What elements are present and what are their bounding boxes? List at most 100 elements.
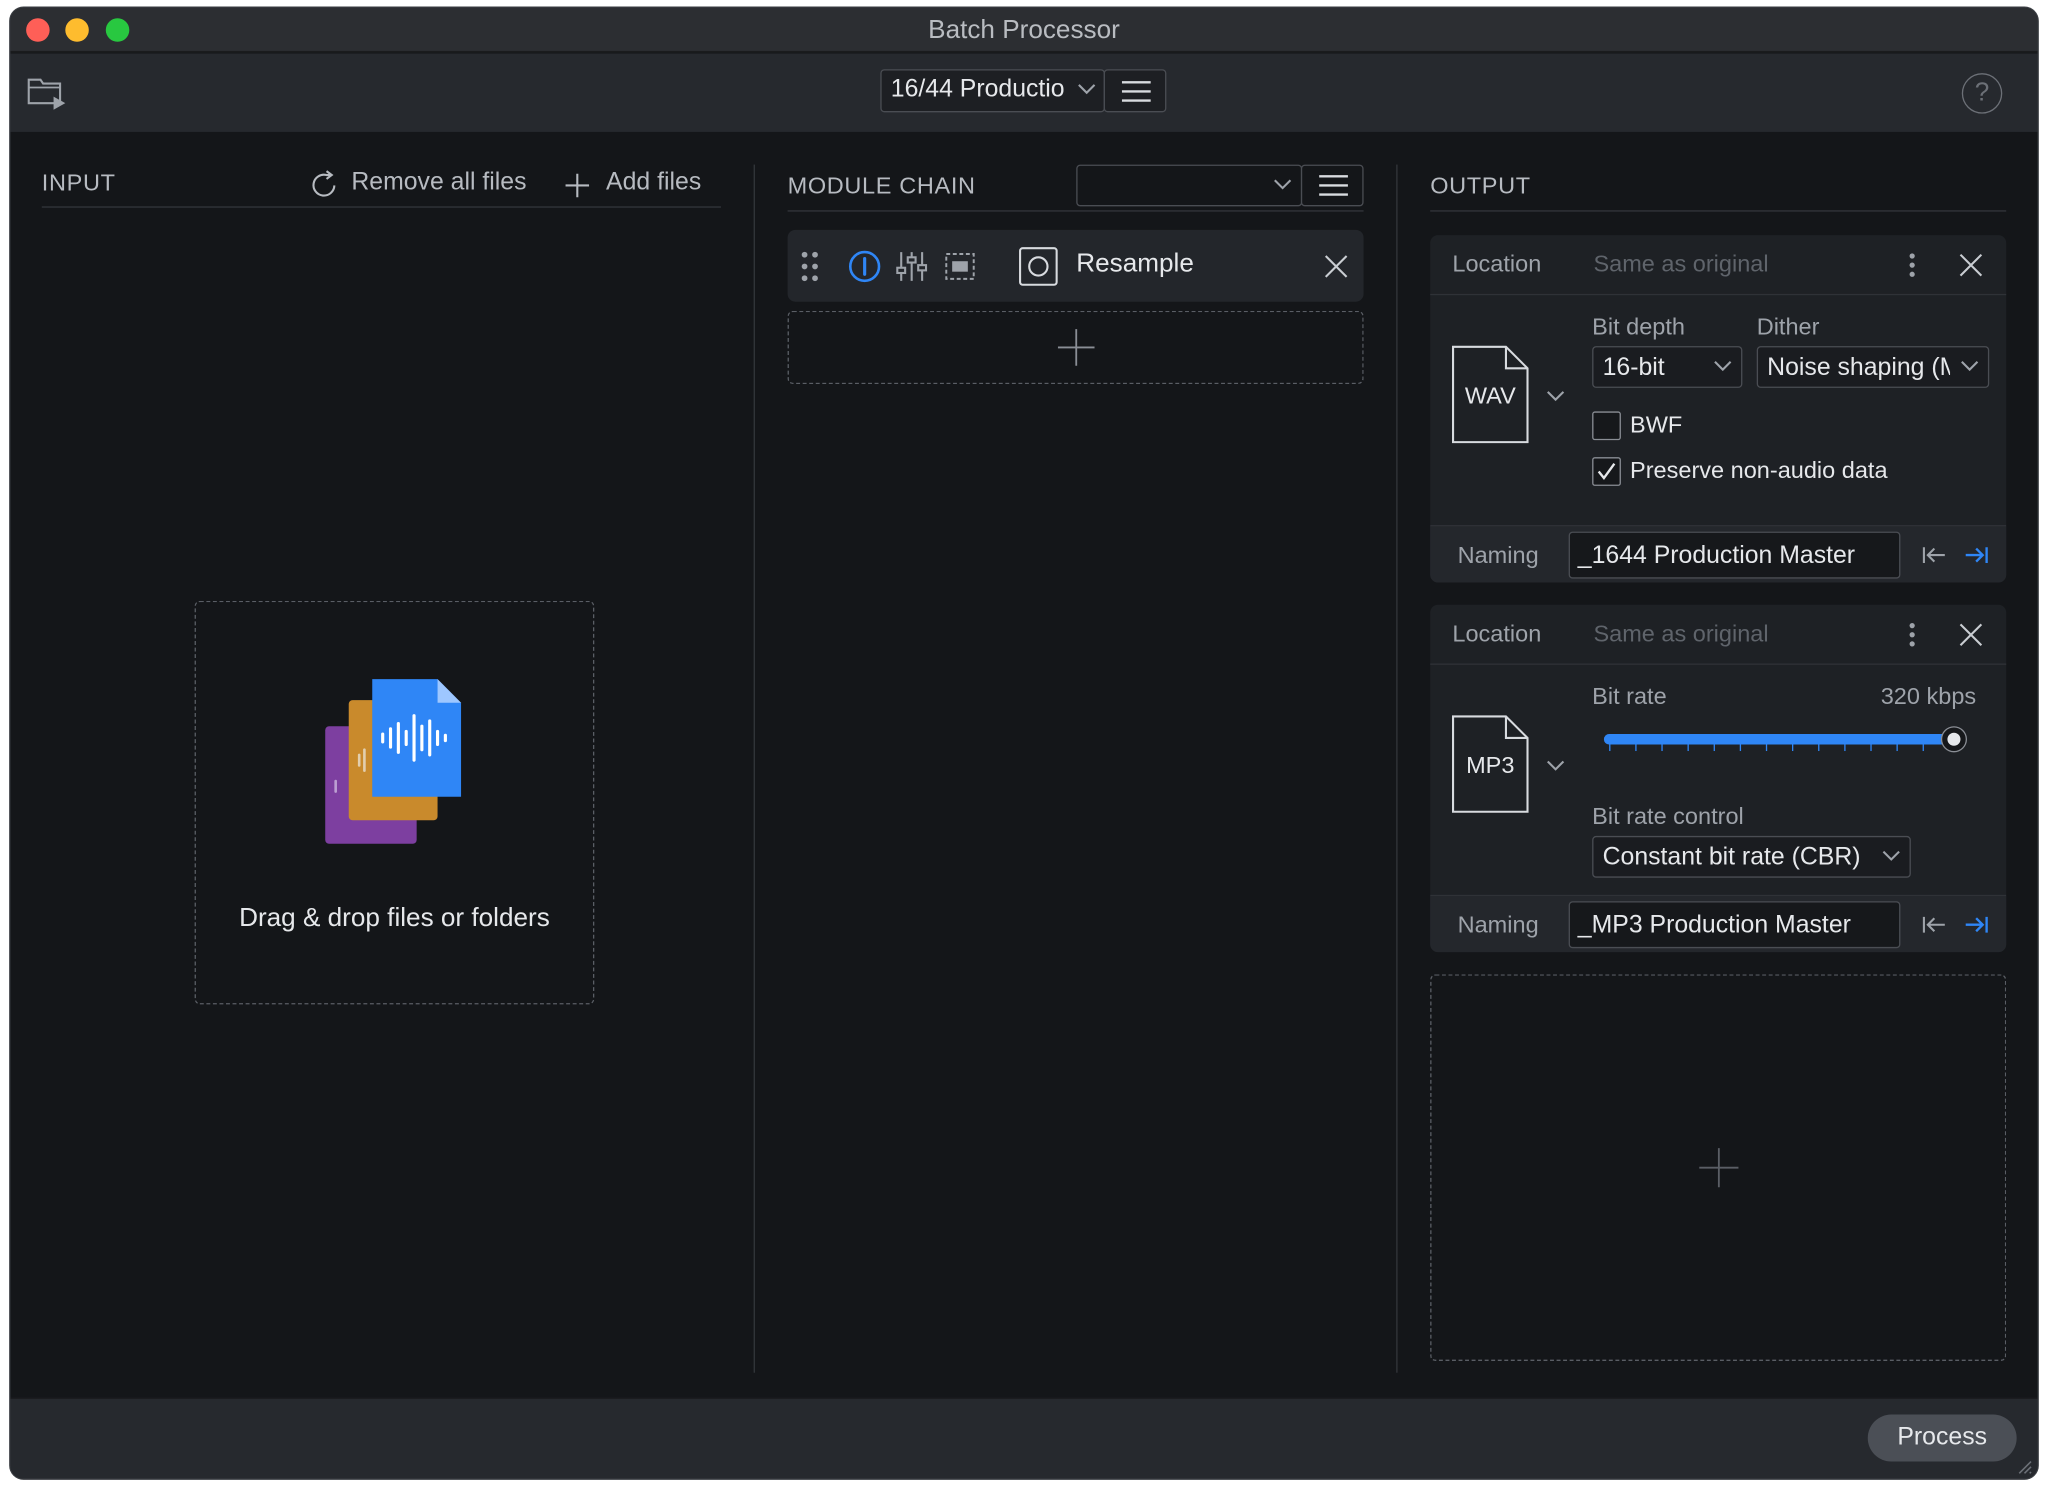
bwf-checkbox[interactable] bbox=[1592, 411, 1621, 441]
preserve-non-audio-label: Preserve non-audio data bbox=[1630, 457, 1888, 484]
naming-input[interactable]: _1644 Production Master bbox=[1568, 531, 1901, 579]
chevron-down-icon[interactable] bbox=[1546, 759, 1565, 772]
bwf-label: BWF bbox=[1630, 411, 1683, 438]
naming-row: Naming _MP3 Production Master bbox=[1430, 894, 2007, 953]
chevron-down-icon bbox=[1882, 850, 1900, 861]
slider-tick bbox=[1661, 744, 1663, 752]
slider-tick bbox=[1687, 744, 1689, 752]
naming-value: _1644 Production Master bbox=[1577, 542, 1856, 570]
slider-thumb[interactable] bbox=[1942, 727, 1966, 752]
add-module-drop-zone[interactable] bbox=[787, 310, 1364, 384]
close-icon[interactable] bbox=[1959, 623, 1983, 647]
resize-grip-icon[interactable] bbox=[2017, 1459, 2033, 1475]
preserve-non-audio-checkbox[interactable] bbox=[1592, 457, 1621, 486]
open-folder-icon[interactable] bbox=[26, 73, 68, 112]
bit-depth-value: 16-bit bbox=[1602, 353, 1665, 382]
suffix-position-icon[interactable] bbox=[1963, 914, 1989, 935]
naming-label: Naming bbox=[1457, 542, 1539, 569]
naming-row: Naming _1644 Production Master bbox=[1430, 525, 2007, 583]
naming-label: Naming bbox=[1457, 911, 1539, 938]
location-value[interactable]: Same as original bbox=[1593, 620, 1768, 647]
file-drop-zone[interactable]: Drag & drop files or folders bbox=[194, 600, 595, 1005]
preset-menu-button[interactable] bbox=[1103, 69, 1167, 113]
slider-tick bbox=[1765, 744, 1768, 752]
module-chain-header: MODULE CHAIN bbox=[787, 172, 976, 199]
bit-depth-label: Bit depth bbox=[1592, 313, 1685, 340]
module-chain-divider bbox=[787, 210, 1364, 212]
location-row: Location Same as original bbox=[1430, 605, 2007, 665]
remove-all-files-button[interactable]: Remove all files bbox=[351, 168, 526, 197]
hamburger-menu-icon bbox=[1319, 175, 1348, 196]
plus-icon bbox=[1057, 329, 1095, 366]
chevron-down-icon bbox=[1274, 179, 1292, 190]
checkmark-icon bbox=[1597, 462, 1616, 480]
module-item-resample[interactable]: Resample bbox=[787, 229, 1364, 302]
slider-tick bbox=[1818, 744, 1820, 752]
location-label: Location bbox=[1452, 620, 1542, 647]
drag-handle-icon[interactable] bbox=[801, 251, 819, 282]
close-icon[interactable] bbox=[1959, 253, 1983, 277]
drop-zone-label: Drag & drop files or folders bbox=[239, 903, 550, 933]
output-card-wav: Location Same as original WAV Bit depth … bbox=[1430, 235, 2007, 583]
slider-tick bbox=[1791, 744, 1794, 752]
slider-tick bbox=[1609, 744, 1611, 752]
window-title: Batch Processor bbox=[928, 15, 1120, 45]
module-name: Resample bbox=[1076, 249, 1194, 279]
suffix-position-icon[interactable] bbox=[1963, 545, 1989, 566]
module-chain-preset-dropdown[interactable] bbox=[1076, 164, 1303, 207]
slider-tick bbox=[1739, 744, 1742, 752]
more-options-icon[interactable] bbox=[1908, 622, 1916, 648]
toolbar: 16/44 Productio ? bbox=[10, 53, 2038, 132]
title-bar: Batch Processor bbox=[10, 7, 2038, 53]
dither-dropdown[interactable]: Noise shaping (M bbox=[1756, 346, 1990, 388]
output-header: OUTPUT bbox=[1430, 172, 1531, 199]
input-header: INPUT bbox=[41, 169, 116, 196]
module-icon bbox=[1019, 247, 1058, 286]
process-button[interactable]: Process bbox=[1867, 1414, 2017, 1462]
more-options-icon[interactable] bbox=[1908, 252, 1916, 278]
slider-ticks bbox=[1604, 744, 1954, 752]
file-format-label: MP3 bbox=[1466, 752, 1515, 779]
chevron-down-icon[interactable] bbox=[1546, 389, 1565, 402]
slider-tick bbox=[1896, 744, 1898, 752]
batch-processor-window: Batch Processor 16/44 Productio ? INPUT … bbox=[10, 7, 2038, 1479]
refresh-icon[interactable] bbox=[311, 170, 340, 201]
add-output-drop-zone[interactable] bbox=[1430, 974, 2007, 1361]
slider-tick bbox=[1922, 744, 1924, 752]
bit-rate-slider[interactable] bbox=[1603, 727, 1966, 757]
location-row: Location Same as original bbox=[1430, 235, 2007, 296]
module-chain-menu-button[interactable] bbox=[1300, 164, 1364, 207]
slider-tick bbox=[1713, 744, 1715, 752]
bit-rate-control-label: Bit rate control bbox=[1592, 803, 1744, 830]
add-files-button[interactable]: Add files bbox=[606, 168, 701, 197]
column-divider-left bbox=[753, 164, 755, 1373]
preset-dropdown[interactable]: 16/44 Productio bbox=[880, 69, 1105, 113]
status-bar: Process bbox=[10, 1397, 2038, 1479]
help-button[interactable]: ? bbox=[1961, 73, 2003, 114]
bit-depth-dropdown[interactable]: 16-bit bbox=[1592, 346, 1743, 388]
column-divider-right bbox=[1396, 164, 1398, 1373]
slider-tick bbox=[1635, 744, 1637, 752]
chevron-down-icon bbox=[1961, 361, 1979, 372]
close-icon[interactable] bbox=[1323, 253, 1349, 279]
slider-fill bbox=[1603, 734, 1954, 745]
location-label: Location bbox=[1452, 250, 1542, 277]
plus-icon[interactable] bbox=[564, 172, 590, 198]
dither-value: Noise shaping (M bbox=[1767, 353, 1951, 382]
output-divider bbox=[1430, 210, 2007, 212]
sliders-settings-icon[interactable] bbox=[896, 249, 928, 283]
chevron-down-icon bbox=[1714, 361, 1732, 372]
chevron-down-icon bbox=[1078, 84, 1096, 95]
preset-label: 16/44 Productio bbox=[890, 75, 1065, 104]
naming-input[interactable]: _MP3 Production Master bbox=[1568, 901, 1901, 949]
power-toggle-icon[interactable] bbox=[848, 249, 882, 283]
plus-icon bbox=[1699, 1148, 1739, 1188]
prefix-position-icon[interactable] bbox=[1921, 545, 1947, 566]
selection-region-icon[interactable] bbox=[944, 252, 975, 281]
bit-rate-control-dropdown[interactable]: Constant bit rate (CBR) bbox=[1592, 835, 1911, 878]
bit-rate-value: 320 kbps bbox=[1880, 683, 1977, 710]
location-value[interactable]: Same as original bbox=[1593, 251, 1768, 278]
prefix-position-icon[interactable] bbox=[1921, 914, 1947, 935]
bit-rate-control-value: Constant bit rate (CBR) bbox=[1602, 843, 1861, 872]
output-card-mp3: Location Same as original MP3 Bit rate 3… bbox=[1430, 604, 2007, 953]
